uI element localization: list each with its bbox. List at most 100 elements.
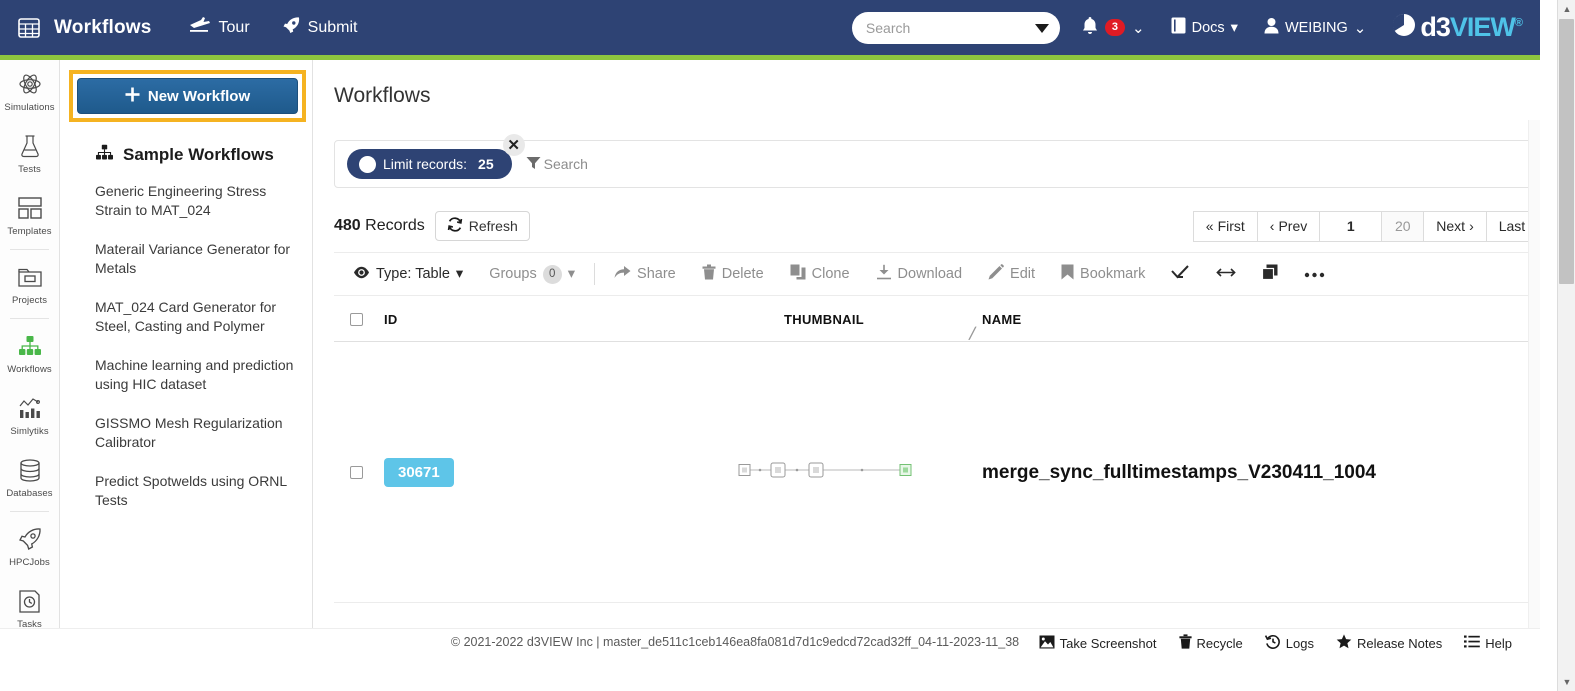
chevron-down-icon[interactable] (1034, 23, 1049, 33)
download-button[interactable]: Download (863, 264, 976, 284)
double-check-icon (1171, 264, 1190, 284)
radio-icon (359, 155, 376, 173)
help-button[interactable]: Help (1464, 635, 1512, 651)
new-workflow-highlight-box: New Workflow (69, 70, 306, 122)
page-vertical-scrollbar[interactable]: ▲ ▼ (1557, 0, 1575, 691)
list-item[interactable]: Predict Spotwelds using ORNL Tests (95, 472, 300, 510)
clone-label: Clone (811, 266, 850, 282)
row-id-cell: 30671 (378, 458, 674, 487)
workflow-graph-thumbnail (734, 461, 914, 484)
row-checkbox[interactable] (349, 466, 363, 479)
scrollbar-thumb[interactable] (1559, 19, 1574, 284)
sidebar-item-databases[interactable]: Databases (0, 446, 59, 508)
limit-records-chip[interactable]: Limit records: 25 ✕ (347, 134, 525, 179)
page-title: Workflows (334, 84, 431, 107)
bookmark-button[interactable]: Bookmark (1048, 264, 1158, 284)
sidebar-item-hpcjobs[interactable]: HPCJobs (0, 515, 59, 577)
sidebar-item-templates-label: Templates (7, 226, 52, 237)
sidebar-item-workflows[interactable]: Workflows (0, 322, 59, 384)
sidebar-item-tasks[interactable]: Tasks (0, 577, 59, 628)
grid-icon[interactable] (18, 17, 40, 39)
list-item[interactable]: GISSMO Mesh Regularization Calibrator (95, 414, 300, 452)
caret-down-icon: ▾ (567, 266, 576, 282)
notifications-button[interactable]: 3 ⌄ (1082, 16, 1145, 40)
list-item[interactable]: Generic Engineering Stress Strain to MAT… (95, 182, 300, 220)
nav-item-submit[interactable]: Submit (282, 16, 357, 40)
groups-button[interactable]: Groups 0 ▾ (476, 264, 588, 284)
pager-current-page[interactable]: 1 (1319, 210, 1382, 242)
new-workflow-button[interactable]: New Workflow (77, 78, 298, 114)
refresh-button[interactable]: Refresh (434, 211, 530, 241)
status-badge[interactable]: 30671 (384, 458, 454, 487)
pager-prev-button[interactable]: ‹ Prev (1256, 210, 1320, 242)
toolbar-divider (594, 263, 596, 285)
more-options-button[interactable] (1291, 266, 1338, 282)
chevron-right-icon: › (1469, 218, 1474, 234)
global-search[interactable] (851, 11, 1060, 44)
left-icon-rail: Simulations Tests Templates Projects Wor… (0, 60, 60, 628)
column-header-name[interactable]: NAME (974, 298, 1540, 342)
close-icon[interactable]: ✕ (502, 134, 525, 156)
fit-width-button[interactable] (1203, 266, 1249, 283)
table-vertical-scrollbar[interactable] (1528, 120, 1540, 628)
trash-icon (1178, 634, 1192, 652)
history-icon (1264, 634, 1281, 652)
records-count-value: 480 (334, 217, 361, 234)
select-all-checkbox[interactable] (349, 313, 363, 326)
scroll-up-arrow-icon[interactable]: ▲ (1558, 0, 1575, 18)
navbar-app-title: Workflows (54, 16, 152, 38)
list-icon (1464, 635, 1481, 651)
bell-icon (1082, 16, 1098, 40)
eye-icon (353, 266, 370, 283)
sample-workflows-title: Sample Workflows (95, 144, 274, 166)
sidebar-item-templates[interactable]: Templates (0, 184, 59, 246)
rocket-icon (18, 526, 42, 552)
pager-first-button[interactable]: «First (1192, 210, 1257, 242)
pager-next-label: Next (1436, 218, 1466, 234)
sidebar-item-tests[interactable]: Tests (0, 122, 59, 184)
navbar-left-group: Workflows Tour Submit (0, 16, 389, 40)
type-table-button[interactable]: Type: Table ▾ (340, 266, 476, 283)
double-chevron-left-icon: « (1205, 218, 1214, 234)
bookmark-icon (1061, 264, 1074, 284)
edit-button[interactable]: Edit (975, 264, 1048, 284)
logs-button[interactable]: Logs (1264, 634, 1314, 652)
select-all-button[interactable] (1158, 264, 1203, 284)
docs-label: Docs (1191, 19, 1225, 36)
list-item[interactable]: Materail Variance Generator for Metals (95, 240, 300, 278)
sidebar-item-projects[interactable]: Projects (0, 253, 59, 315)
release-notes-button[interactable]: Release Notes (1336, 634, 1442, 652)
atom-icon (18, 71, 42, 97)
docs-menu[interactable]: Docs ▾ (1171, 17, 1238, 38)
copy-button[interactable] (1249, 264, 1291, 284)
recycle-button[interactable]: Recycle (1178, 634, 1243, 652)
brand-view: VIEW (1449, 12, 1516, 42)
sidebar-item-simlytiks[interactable]: Simlytiks (0, 384, 59, 446)
pager-next-button[interactable]: Next › (1423, 210, 1486, 242)
delete-button[interactable]: Delete (689, 264, 777, 284)
take-screenshot-label: Take Screenshot (1059, 635, 1157, 651)
sitemap-icon (18, 333, 42, 359)
sidebar-item-simulations[interactable]: Simulations (0, 60, 59, 122)
list-item[interactable]: MAT_024 Card Generator for Steel, Castin… (95, 298, 300, 336)
row-name-cell[interactable]: merge_sync_fulltimestamps_V230411_1004 (974, 462, 1540, 484)
share-button[interactable]: Share (601, 265, 689, 283)
refresh-label: Refresh (468, 218, 518, 234)
row-thumbnail-cell[interactable] (674, 461, 974, 484)
nav-item-tour[interactable]: Tour (188, 16, 250, 39)
user-menu[interactable]: WEIBING ⌄ (1264, 17, 1366, 38)
filter-search-button[interactable]: Search (526, 156, 588, 173)
scroll-down-arrow-icon[interactable]: ▼ (1558, 673, 1575, 691)
list-item[interactable]: Machine learning and prediction using HI… (95, 356, 300, 394)
records-row: 480 Records Refresh «First ‹ Prev 1 20 Ne… (334, 206, 1540, 246)
filter-search-label: Search (543, 156, 588, 172)
filter-bar: Limit records: 25 ✕ Search (334, 134, 1540, 188)
column-header-thumbnail[interactable]: THUMBNAIL ╱ (674, 298, 976, 342)
table-row[interactable]: 30671 merge_sync_fulltimestamps_V230411_… (334, 343, 1540, 603)
search-input[interactable] (863, 18, 1029, 37)
clone-button[interactable]: Clone (777, 264, 863, 284)
sidebar-item-simlytiks-label: Simlytiks (10, 426, 49, 437)
column-header-id[interactable]: ID (378, 298, 674, 342)
take-screenshot-button[interactable]: Take Screenshot (1039, 635, 1157, 652)
chevron-down-icon[interactable]: ⌄ (1132, 19, 1145, 37)
